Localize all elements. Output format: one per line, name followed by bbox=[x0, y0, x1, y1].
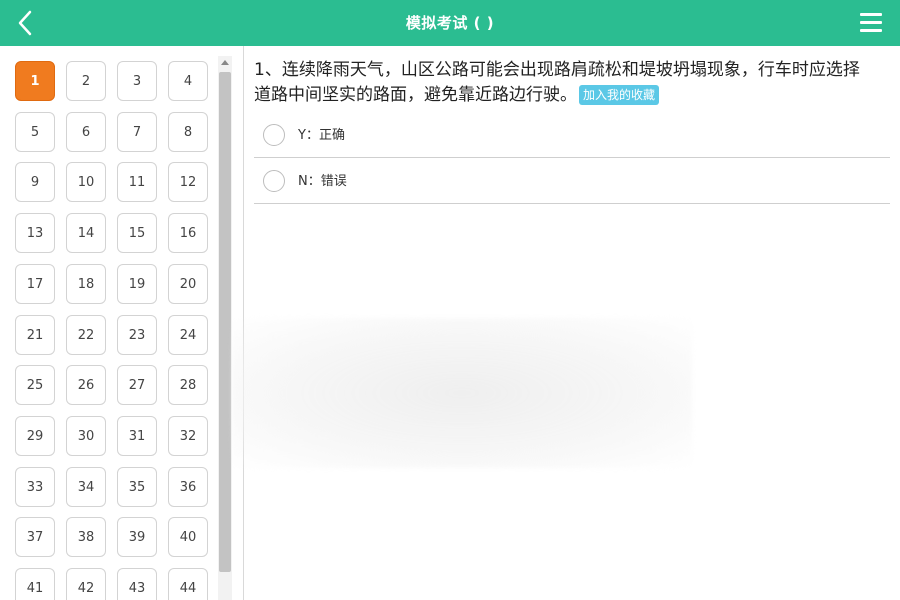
question-number-button[interactable]: 33 bbox=[15, 466, 55, 507]
question-number-button[interactable]: 17 bbox=[15, 263, 55, 304]
question-number-button[interactable]: 11 bbox=[117, 162, 157, 203]
exam-app: 模拟考试 ( ) 1 2 3 4 5 6 7 8 9 10 11 12 13 14 15 16 17 18 19 20… bbox=[0, 0, 900, 600]
question-number-button[interactable]: 12 bbox=[168, 162, 208, 203]
radio-circle-icon[interactable] bbox=[263, 170, 285, 192]
top-bar: 模拟考试 ( ) bbox=[0, 0, 900, 46]
question-number-button[interactable]: 32 bbox=[168, 415, 208, 456]
question-number-button[interactable]: 40 bbox=[168, 517, 208, 558]
question-number-button[interactable]: 38 bbox=[66, 517, 106, 558]
question-number-button[interactable]: 37 bbox=[15, 517, 55, 558]
option-label: N：错误 bbox=[298, 174, 347, 189]
question-number-button[interactable]: 25 bbox=[15, 365, 55, 406]
question-number-button[interactable]: 34 bbox=[66, 466, 106, 507]
question-number-button[interactable]: 30 bbox=[66, 415, 106, 456]
sidebar-scrollbar[interactable] bbox=[218, 56, 232, 600]
question-text: 1、连续降雨天气，山区公路可能会出现路肩疏松和堤坡坍塌现象，行车时应选择道路中间… bbox=[254, 60, 860, 105]
question-text-block: 1、连续降雨天气，山区公路可能会出现路肩疏松和堤坡坍塌现象，行车时应选择道路中间… bbox=[254, 58, 874, 108]
question-number-button[interactable]: 43 bbox=[117, 568, 157, 600]
question-number-button[interactable]: 16 bbox=[168, 213, 208, 254]
radio-circle-icon[interactable] bbox=[263, 124, 285, 146]
question-number-button[interactable]: 28 bbox=[168, 365, 208, 406]
option-label: Y：正确 bbox=[298, 128, 345, 143]
question-number-button[interactable]: 1 bbox=[15, 61, 55, 101]
scrollbar-thumb[interactable] bbox=[219, 72, 231, 572]
question-number-button[interactable]: 22 bbox=[66, 314, 106, 355]
menu-button[interactable] bbox=[860, 13, 882, 35]
page-title: 模拟考试 ( ) bbox=[405, 14, 495, 32]
question-number-button[interactable]: 23 bbox=[117, 314, 157, 355]
question-number-button[interactable]: 18 bbox=[66, 263, 106, 304]
question-number-button[interactable]: 13 bbox=[15, 213, 55, 254]
hamburger-menu-icon bbox=[860, 13, 882, 32]
question-number-button[interactable]: 31 bbox=[117, 415, 157, 456]
question-number-button[interactable]: 5 bbox=[15, 111, 55, 152]
answer-option-yes[interactable]: Y：正确 bbox=[254, 114, 890, 158]
question-number-button[interactable]: 21 bbox=[15, 314, 55, 355]
question-number-button[interactable]: 2 bbox=[66, 61, 106, 101]
question-number-button[interactable]: 7 bbox=[117, 111, 157, 152]
question-number-button[interactable]: 42 bbox=[66, 568, 106, 600]
question-number-button[interactable]: 3 bbox=[117, 61, 157, 101]
question-number-button[interactable]: 9 bbox=[15, 162, 55, 203]
question-number-button[interactable]: 39 bbox=[117, 517, 157, 558]
answer-option-no[interactable]: N：错误 bbox=[254, 160, 890, 204]
question-number-button[interactable]: 35 bbox=[117, 466, 157, 507]
question-number-button[interactable]: 15 bbox=[117, 213, 157, 254]
question-number-button[interactable]: 44 bbox=[168, 568, 208, 600]
question-number-button[interactable]: 26 bbox=[66, 365, 106, 406]
question-panel: 1、连续降雨天气，山区公路可能会出现路肩疏松和堤坡坍塌现象，行车时应选择道路中间… bbox=[244, 46, 900, 600]
question-number-button[interactable]: 19 bbox=[117, 263, 157, 304]
question-number-button[interactable]: 29 bbox=[15, 415, 55, 456]
question-number-button[interactable]: 4 bbox=[168, 61, 208, 101]
scroll-up-arrow-icon[interactable] bbox=[221, 60, 229, 65]
question-number-button[interactable]: 36 bbox=[168, 466, 208, 507]
question-number-button[interactable]: 14 bbox=[66, 213, 106, 254]
question-navigator: 1 2 3 4 5 6 7 8 9 10 11 12 13 14 15 16 17 18 19 20 21 22 23 24 2… bbox=[0, 46, 244, 600]
question-number-button[interactable]: 6 bbox=[66, 111, 106, 152]
question-number-button[interactable]: 10 bbox=[66, 162, 106, 203]
question-number-button[interactable]: 27 bbox=[117, 365, 157, 406]
add-to-favorites-button[interactable]: 加入我的收藏 bbox=[579, 85, 660, 105]
question-number-button[interactable]: 20 bbox=[168, 263, 208, 304]
question-number-button[interactable]: 8 bbox=[168, 111, 208, 152]
question-number-button[interactable]: 41 bbox=[15, 568, 55, 600]
question-number-button[interactable]: 24 bbox=[168, 314, 208, 355]
